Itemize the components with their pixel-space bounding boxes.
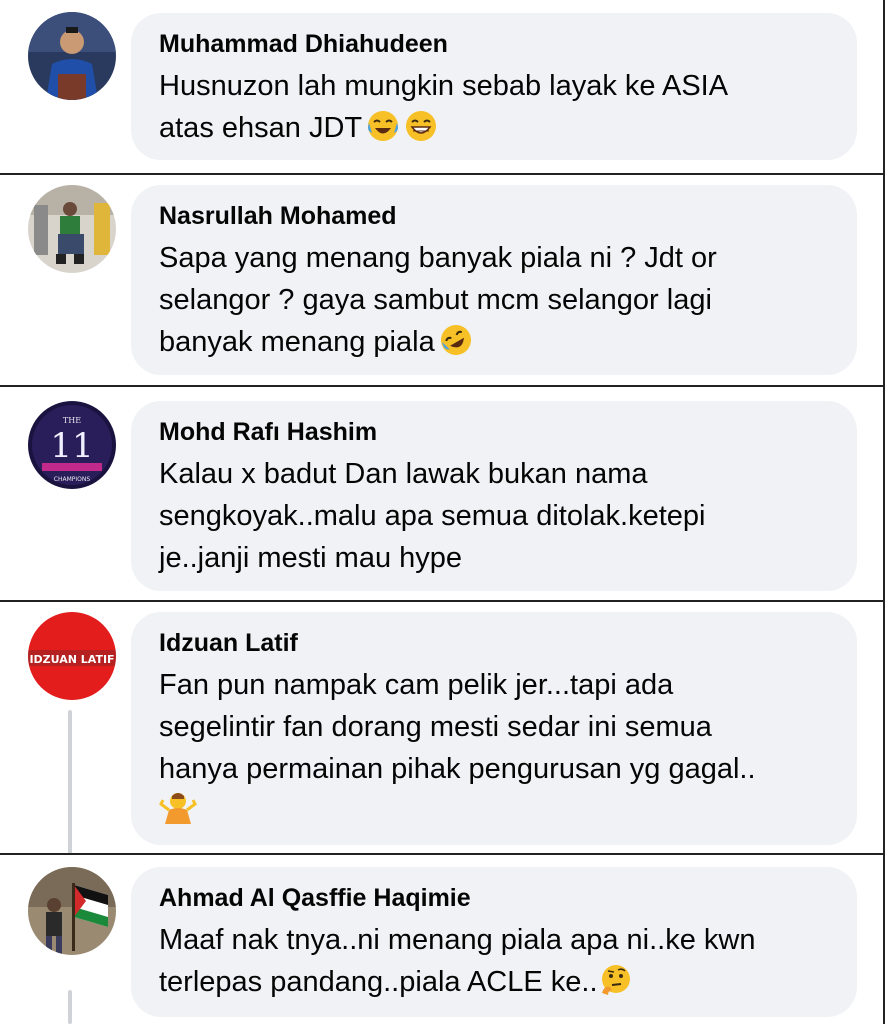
avatar-text: THE — [63, 416, 81, 425]
comment-bubble[interactable]: Mohd Rafı Hashim Kalau x badut Dan lawak… — [131, 401, 857, 591]
avatar[interactable] — [28, 12, 116, 100]
comment-bubble[interactable]: Muhammad Dhiahudeen Husnuzon lah mungkin… — [131, 13, 857, 160]
avatar-photo — [28, 12, 116, 100]
commenter-name[interactable]: Muhammad Dhiahudeen — [159, 29, 835, 60]
comment-text: Fan pun nampak cam pelik jer...tapi ada … — [159, 664, 835, 838]
commenter-name[interactable]: Ahmad Al Qasffie Haqimie — [159, 883, 835, 914]
avatar[interactable]: IDZUAN LATIF — [28, 612, 116, 700]
comment-panel: IDZUAN LATIF Idzuan Latif Fan pun nampak… — [0, 602, 885, 855]
comment-bubble[interactable]: Idzuan Latif Fan pun nampak cam pelik je… — [131, 612, 857, 845]
commenter-name[interactable]: Idzuan Latif — [159, 628, 835, 659]
avatar[interactable]: THE 11 CHAMPIONS — [28, 401, 116, 489]
comment-panel: Muhammad Dhiahudeen Husnuzon lah mungkin… — [0, 0, 885, 175]
avatar-photo: THE 11 CHAMPIONS — [28, 401, 116, 489]
avatar[interactable] — [28, 185, 116, 273]
rolling-on-the-floor-laughing-icon — [439, 323, 473, 369]
face-with-tears-of-joy-icon — [366, 109, 400, 155]
avatar-text: 11 — [50, 426, 93, 466]
comment-panel: THE 11 CHAMPIONS Mohd Rafı Hashim Kalau … — [0, 387, 885, 602]
comment-body: Kalau x badut Dan lawak bukan nama sengk… — [159, 458, 706, 574]
comment-bubble[interactable]: Nasrullah Mohamed Sapa yang menang banya… — [131, 185, 857, 375]
comment-text: Kalau x badut Dan lawak bukan nama sengk… — [159, 453, 835, 579]
avatar[interactable] — [28, 867, 116, 955]
comment-text: Maaf nak tnya..ni menang piala apa ni..k… — [159, 919, 835, 1009]
avatar-photo — [28, 185, 116, 273]
comment-text: Sapa yang menang banyak piala ni ? Jdt o… — [159, 237, 835, 369]
avatar-text: IDZUAN LATIF — [29, 653, 114, 666]
comment-panel: Ahmad Al Qasffie Haqimie Maaf nak tnya..… — [0, 855, 885, 1024]
comment-body: Husnuzon lah mungkin sebab layak ke ASIA… — [159, 70, 729, 144]
commenter-name[interactable]: Mohd Rafı Hashim — [159, 417, 835, 448]
thread-line — [68, 990, 72, 1024]
person-shrugging-icon — [159, 790, 197, 838]
thread-line — [68, 710, 72, 853]
comment-body: Fan pun nampak cam pelik jer...tapi ada … — [159, 669, 756, 785]
avatar-photo: IDZUAN LATIF — [28, 612, 116, 700]
avatar-photo — [28, 867, 116, 955]
avatar-text: CHAMPIONS — [54, 476, 91, 483]
grinning-face-with-smiling-eyes-icon — [404, 109, 438, 155]
comment-text: Husnuzon lah mungkin sebab layak ke ASIA… — [159, 65, 835, 155]
commenter-name[interactable]: Nasrullah Mohamed — [159, 201, 835, 232]
comment-body: Maaf nak tnya..ni menang piala apa ni..k… — [159, 924, 756, 998]
thinking-face-icon — [598, 963, 632, 1009]
comment-bubble[interactable]: Ahmad Al Qasffie Haqimie Maaf nak tnya..… — [131, 867, 857, 1017]
comment-panel: Nasrullah Mohamed Sapa yang menang banya… — [0, 175, 885, 387]
